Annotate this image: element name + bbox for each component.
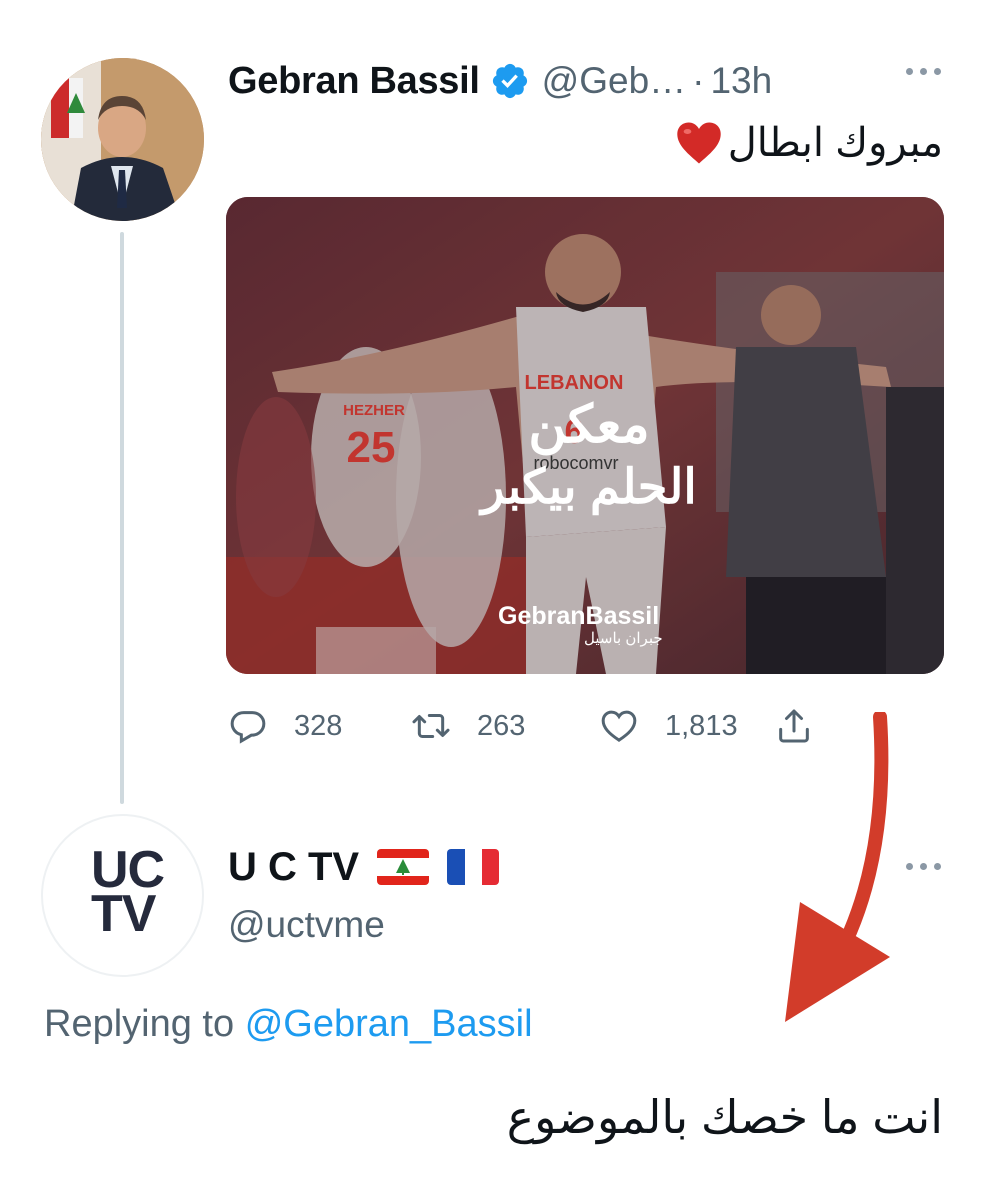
- reply-text: انت ما خصك بالموضوع: [506, 1091, 943, 1143]
- reply-header: U C TV: [228, 842, 500, 892]
- uctv-logo: UC TV: [91, 841, 165, 943]
- replying-to-mention[interactable]: @Gebran_Bassil: [245, 1003, 533, 1045]
- reply-count: 328: [294, 709, 343, 742]
- media-overlay-line1: معكن: [528, 396, 650, 454]
- reply-author-handle[interactable]: @uctvme: [228, 904, 385, 946]
- author-handle[interactable]: @Geb…: [542, 60, 687, 102]
- avatar-photo: [41, 58, 204, 221]
- reply-author-name[interactable]: U C TV: [228, 845, 359, 890]
- jersey-left-name-text: HEZHER: [343, 402, 405, 419]
- jersey-team-text: LEBANON: [525, 372, 624, 394]
- reply-more-options-icon[interactable]: [906, 863, 941, 870]
- lebanon-flag-icon: [377, 849, 430, 885]
- tweet-media-image[interactable]: LEBANON 6 robocomvr HEZHER 25 معكن الحلم…: [226, 197, 944, 674]
- replying-to-line: Replying to @Gebran_Bassil: [44, 1003, 533, 1046]
- tweet-header: Gebran Bassil @Geb… · 13h: [228, 58, 772, 104]
- reply-author-avatar[interactable]: UC TV: [41, 814, 204, 977]
- red-arrow-annotation: [785, 712, 890, 1022]
- heart-icon: [601, 710, 637, 742]
- header-separator: ·: [692, 60, 705, 101]
- more-options-icon[interactable]: [906, 68, 941, 75]
- tweet-action-bar: 328 263 1,813: [228, 700, 828, 752]
- tweet-text: مبروك ابطال: [676, 120, 943, 166]
- media-logo: GebranBassil: [498, 602, 660, 630]
- retweet-button[interactable]: 263: [411, 700, 525, 752]
- author-avatar[interactable]: [41, 58, 204, 221]
- retweet-icon: [412, 714, 450, 738]
- like-count: 1,813: [665, 709, 738, 742]
- reply-button[interactable]: 328: [228, 700, 342, 752]
- france-flag-icon: [447, 849, 500, 885]
- media-logo-arabic: جبران باسيل: [584, 630, 663, 647]
- red-heart-icon: [676, 122, 721, 164]
- retweet-count: 263: [477, 709, 526, 742]
- tweet-timestamp[interactable]: 13h: [710, 60, 772, 102]
- reply-icon: [230, 711, 266, 744]
- jersey-left-number-text: 25: [347, 423, 396, 472]
- thread-line: [120, 232, 124, 804]
- tweet-text-body: مبروك ابطال: [727, 121, 943, 165]
- author-name[interactable]: Gebran Bassil: [228, 60, 480, 103]
- verified-badge-icon: [492, 63, 527, 99]
- media-overlay-line2: الحلم بيكبر: [481, 461, 697, 514]
- replying-to-label: Replying to: [44, 1003, 235, 1045]
- like-button[interactable]: 1,813: [599, 700, 738, 752]
